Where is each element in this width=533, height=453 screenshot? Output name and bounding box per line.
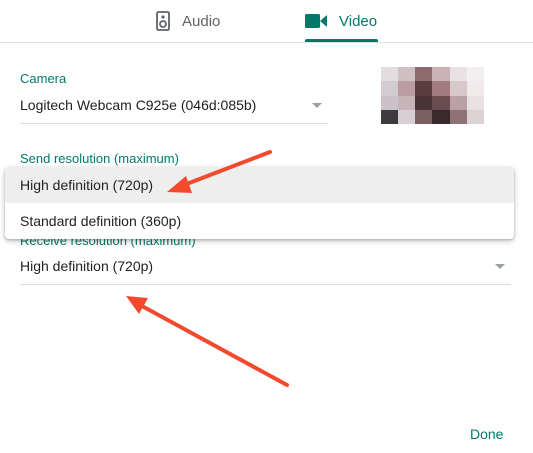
camera-label: Camera [20,71,67,86]
chevron-down-icon [495,264,505,269]
active-tab-indicator [305,39,378,42]
menu-option-label: High definition (720p) [20,177,154,193]
menu-option-720p[interactable]: High definition (720p) [5,167,514,203]
send-resolution-menu: High definition (720p) Standard definiti… [5,167,514,239]
menu-option-label: Standard definition (360p) [20,213,182,229]
send-resolution-label: Send resolution (maximum) [20,151,179,166]
tab-audio-label: Audio [182,12,221,30]
speaker-icon [156,11,170,31]
camera-value: Logitech Webcam C925e (046d:085b) [20,97,257,113]
menu-option-360p[interactable]: Standard definition (360p) [5,203,514,239]
camera-select[interactable]: Logitech Webcam C925e (046d:085b) [20,89,328,124]
settings-tabs: Audio Video [0,0,533,43]
receive-resolution-select[interactable]: High definition (720p) [20,250,511,285]
tab-video[interactable]: Video [305,0,378,42]
tab-audio[interactable]: Audio [156,0,220,42]
camera-preview [381,67,484,124]
receive-resolution-value: High definition (720p) [20,258,154,274]
arrow-to-receive-resolution [126,296,289,387]
tab-video-label: Video [339,12,378,30]
videocam-icon [305,14,327,28]
done-button[interactable]: Done [470,426,503,442]
chevron-down-icon [312,103,322,108]
